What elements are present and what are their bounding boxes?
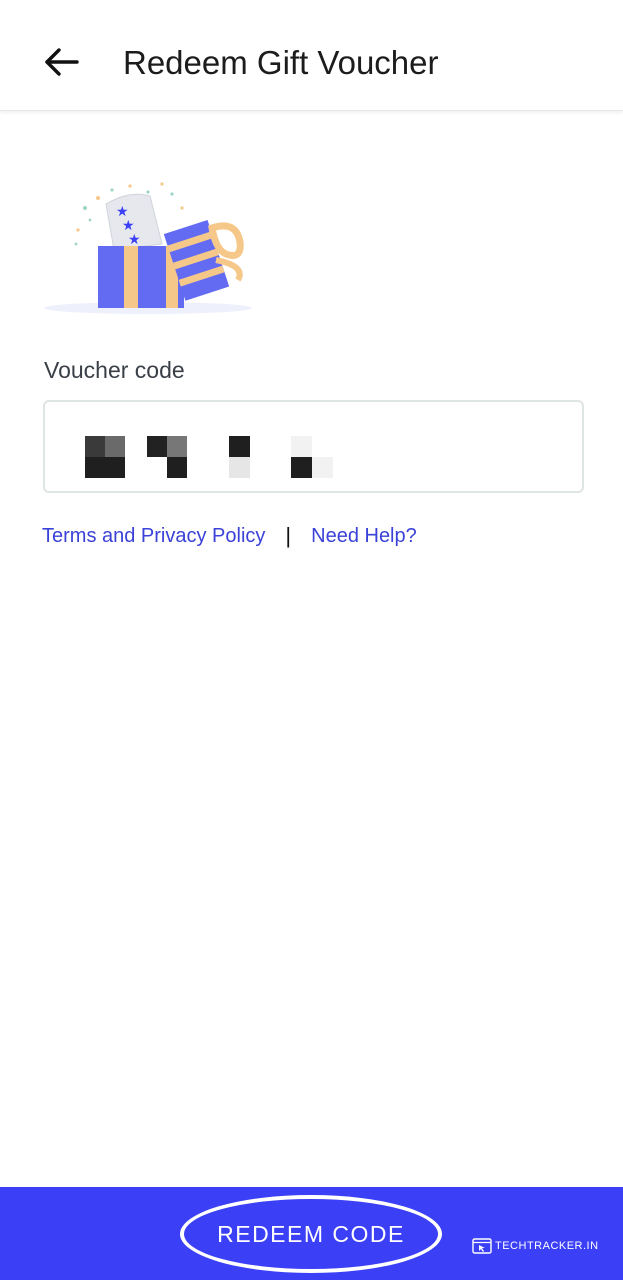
gift-box-icon: ★ ★ ★ [40,180,260,320]
redacted-code-value [85,436,333,478]
page-title: Redeem Gift Voucher [123,44,439,81]
terms-privacy-link[interactable]: Terms and Privacy Policy [42,520,265,552]
watermark-text: TECHTRACKER.IN [495,1240,599,1252]
svg-text:★: ★ [128,232,141,248]
redeem-code-label: REDEEM CODE [217,1221,405,1247]
link-separator: | [285,523,292,548]
redeem-code-button[interactable]: REDEEM CODE [180,1195,442,1273]
bottom-action-bar: REDEEM CODE TECHTRACKER.IN [0,1187,623,1280]
back-button[interactable] [38,38,86,86]
need-help-link[interactable]: Need Help? [311,520,417,552]
footer-links: Terms and Privacy Policy | Need Help? [42,520,417,552]
browser-cursor-icon [472,1238,492,1254]
voucher-code-label: Voucher code [44,357,185,383]
app-header: Redeem Gift Voucher [0,0,623,111]
voucher-code-field[interactable] [43,400,584,493]
arrow-left-icon [45,48,79,76]
redeem-voucher-screen: Redeem Gift Voucher ★ ★ ★ Voucher code T… [0,0,623,1280]
watermark: TECHTRACKER.IN [472,1237,599,1255]
